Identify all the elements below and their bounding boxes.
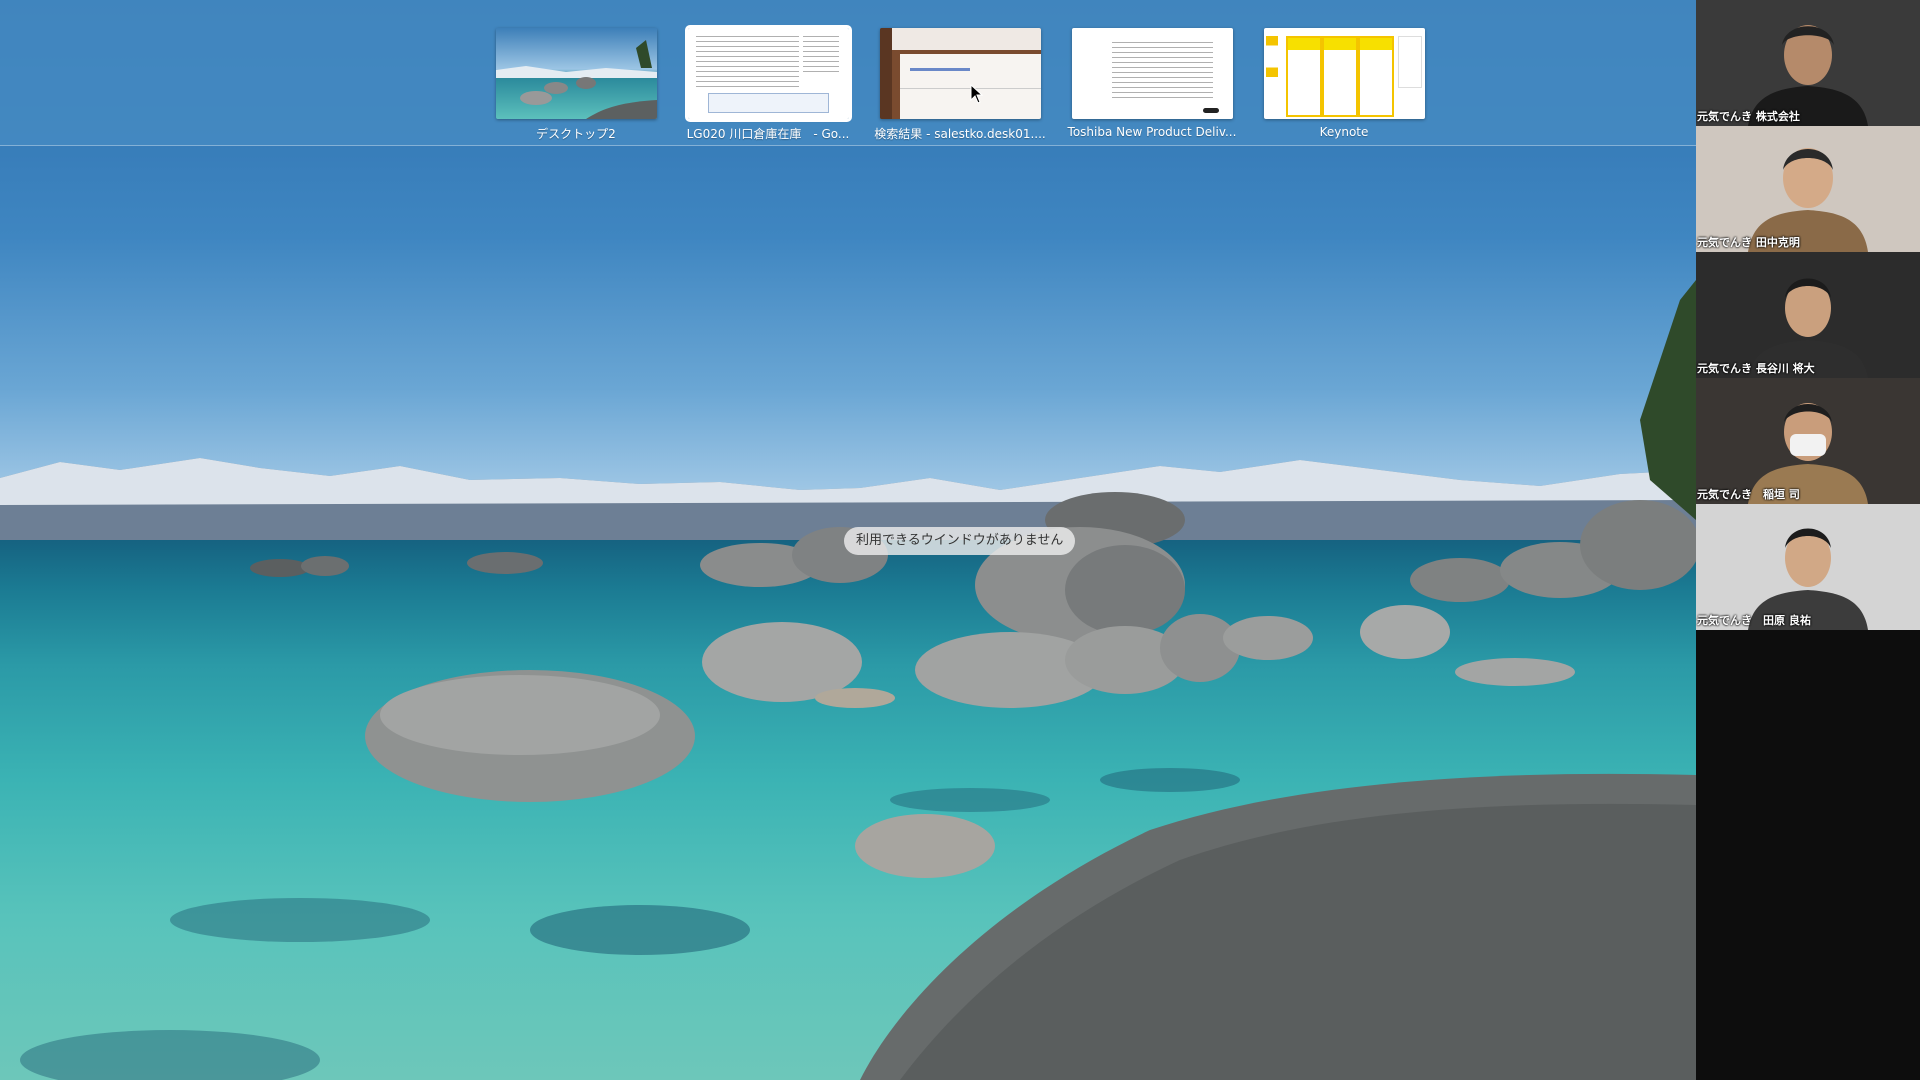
keynote-preview-panel bbox=[1398, 36, 1422, 88]
space-toshiba-document[interactable]: Toshiba New Product Deliv... bbox=[1068, 28, 1236, 139]
participant-tile[interactable]: 元気でんき 稲垣 司 bbox=[1696, 378, 1920, 504]
keynote-preview-column bbox=[1322, 36, 1358, 117]
participant-name: 元気でんき 田中克明 bbox=[1697, 236, 1800, 249]
browser-preview-toolbar bbox=[892, 28, 1041, 50]
doc-preview-lines bbox=[696, 36, 799, 89]
browser-preview-sidebar bbox=[880, 28, 892, 119]
space-thumbnail[interactable] bbox=[496, 28, 657, 119]
participant-tile[interactable]: 元気でんき 株式会社 bbox=[1696, 0, 1920, 126]
doc-preview-toggle bbox=[1203, 108, 1219, 113]
participant-name: 元気でんき 長谷川 将大 bbox=[1697, 362, 1815, 375]
space-thumbnail[interactable] bbox=[1072, 28, 1233, 119]
space-desktop-2[interactable]: デスクトップ2 bbox=[496, 28, 657, 142]
keynote-preview-sidebar bbox=[1266, 36, 1278, 115]
space-lg020-spreadsheet[interactable]: LG020 川口倉庫在庫 - Go... bbox=[685, 25, 852, 142]
no-windows-message: 利用できるウインドウがありません bbox=[844, 527, 1076, 555]
space-label: デスクトップ2 bbox=[536, 127, 616, 141]
space-label: 検索結果 - salestko.desk01.... bbox=[874, 127, 1046, 141]
space-keynote[interactable]: Keynote bbox=[1264, 28, 1425, 139]
participant-name: 元気でんき 田原 良祐 bbox=[1697, 614, 1811, 627]
doc-preview-lines bbox=[803, 36, 839, 74]
participant-tile[interactable]: 元気でんき 長谷川 将大 bbox=[1696, 252, 1920, 378]
participant-name: 元気でんき 株式会社 bbox=[1697, 110, 1800, 123]
doc-preview-lines bbox=[1112, 42, 1213, 99]
space-thumbnail-scenery bbox=[496, 40, 657, 119]
participant-tile[interactable]: 元気でんき 田中克明 bbox=[1696, 126, 1920, 252]
browser-preview-link bbox=[910, 68, 970, 71]
space-label: LG020 川口倉庫在庫 - Go... bbox=[686, 127, 850, 141]
space-thumbnail[interactable] bbox=[880, 28, 1041, 119]
participants-panel: 元気でんき 株式会社 元気でんき 田中克明 元気でんき 長谷川 将大 元気でんき… bbox=[1696, 0, 1920, 1080]
keynote-preview-column bbox=[1286, 36, 1322, 117]
arrow-cursor-icon bbox=[970, 84, 984, 104]
participant-tile[interactable]: 元気でんき 田原 良祐 bbox=[1696, 504, 1920, 630]
space-label: Keynote bbox=[1319, 125, 1369, 139]
participant-name: 元気でんき 稲垣 司 bbox=[1697, 488, 1800, 501]
space-thumbnail[interactable] bbox=[1264, 28, 1425, 119]
space-thumbnail[interactable] bbox=[685, 25, 852, 122]
space-label: Toshiba New Product Deliv... bbox=[1067, 125, 1237, 139]
space-search-results-browser[interactable]: 検索結果 - salestko.desk01.... bbox=[874, 28, 1046, 142]
spaces-bar: デスクトップ2 LG020 川口倉庫在庫 - Go... 検索結果 - sale… bbox=[0, 0, 1696, 146]
keynote-preview-column bbox=[1358, 36, 1394, 117]
doc-preview-diagram bbox=[708, 93, 829, 113]
